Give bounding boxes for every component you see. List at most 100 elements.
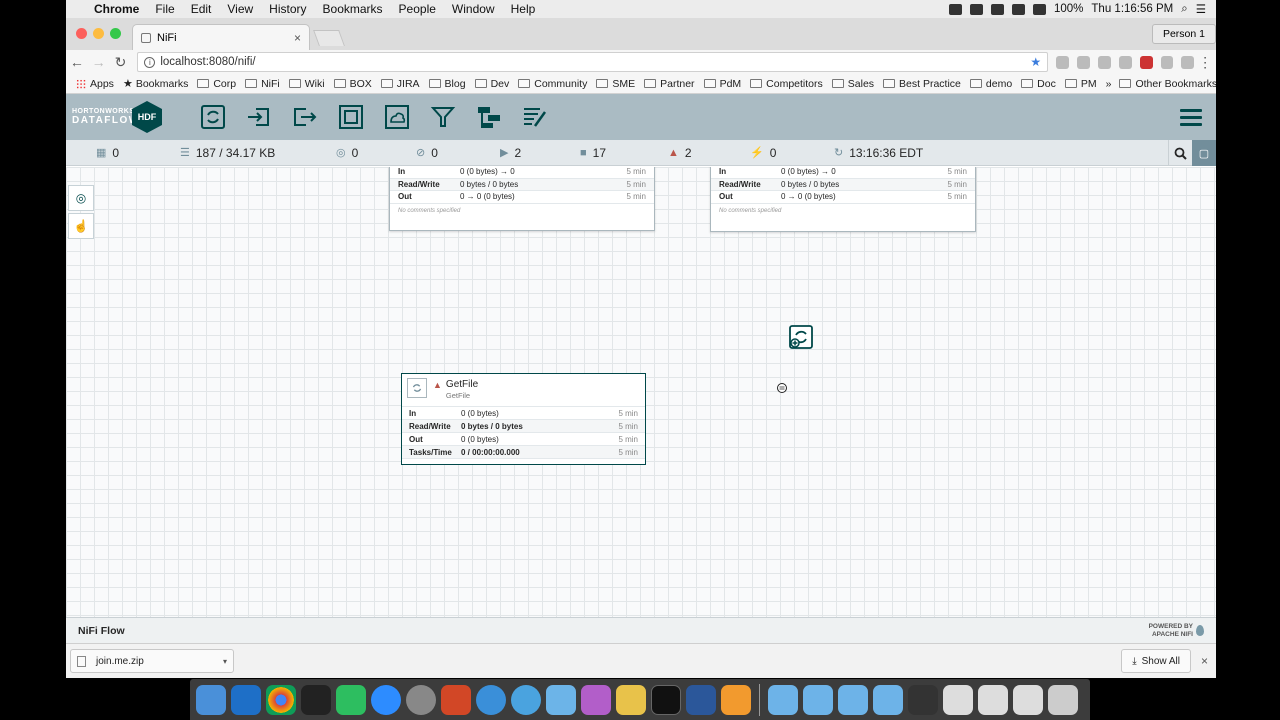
menu-edit[interactable]: Edit (183, 2, 220, 16)
menu-help[interactable]: Help (503, 2, 544, 16)
back-arrow-icon[interactable]: ← (66, 54, 88, 70)
bookmark-folder[interactable]: Blog (428, 78, 466, 90)
app-icon[interactable] (581, 684, 611, 715)
chrome-menu-icon[interactable]: ⋮ (1194, 54, 1216, 71)
document-icon[interactable] (978, 684, 1008, 715)
bookmark-folder[interactable]: PdM (703, 78, 741, 90)
menu-window[interactable]: Window (444, 2, 503, 16)
chrome-icon[interactable] (266, 684, 296, 715)
evernote-icon[interactable] (336, 684, 366, 715)
menu-view[interactable]: View (219, 2, 261, 16)
window-zoom-icon[interactable] (110, 28, 121, 39)
bookmarks-overflow-chevron[interactable]: » (1106, 78, 1112, 90)
bookmark-folder[interactable]: Wiki (288, 78, 325, 90)
forward-arrow-icon[interactable]: → (88, 54, 110, 70)
breadcrumb[interactable]: NiFi Flow (78, 625, 125, 637)
global-menu-icon[interactable] (1180, 105, 1202, 130)
menu-app-name[interactable]: Chrome (86, 2, 147, 16)
extension-icon[interactable] (1181, 55, 1195, 69)
tab-close-icon[interactable]: × (294, 31, 301, 45)
menu-people[interactable]: People (391, 2, 444, 16)
input-port-icon[interactable] (244, 102, 274, 132)
bookmark-apps[interactable]: Apps (76, 78, 114, 90)
status-tray-icon[interactable] (969, 3, 983, 15)
reload-icon[interactable]: ↻ (110, 54, 132, 71)
bookmark-folder[interactable]: Best Practice (883, 78, 961, 90)
window-minimize-icon[interactable] (93, 28, 104, 39)
invalid-warning-icon[interactable]: ▲ (433, 380, 442, 390)
address-bar[interactable]: i localhost:8080/nifi/ ★ (137, 52, 1049, 72)
close-download-shelf-icon[interactable]: × (1201, 654, 1208, 668)
zoom-icon[interactable] (371, 684, 401, 715)
other-bookmarks[interactable]: » Other Bookmarks (1106, 78, 1216, 90)
virtualbox-icon[interactable] (546, 684, 576, 715)
bookmark-bookmarks[interactable]: ★ Bookmarks (123, 77, 188, 91)
flow-canvas[interactable]: ◎ ☝ In 0 (0 bytes) → 05 min Read/Write 0 b… (66, 167, 1216, 617)
extension-icon[interactable] (1139, 55, 1153, 69)
processor-drag-icon[interactable] (788, 324, 814, 350)
document-icon[interactable] (908, 684, 938, 715)
messages-icon[interactable] (476, 684, 506, 715)
app-icon[interactable] (616, 684, 646, 715)
bulletin-board-icon[interactable]: ▢ (1192, 140, 1216, 166)
bookmark-folder[interactable]: SME (596, 78, 635, 90)
show-all-downloads-button[interactable]: ⤓ Show All (1121, 649, 1191, 673)
window-close-icon[interactable] (76, 28, 87, 39)
bookmark-folder[interactable]: Community (518, 78, 587, 90)
navigate-palette-icon[interactable]: ◎ (68, 185, 94, 211)
app-icon[interactable] (511, 684, 541, 715)
folder-icon[interactable] (838, 684, 868, 715)
processor-icon[interactable] (198, 102, 228, 132)
tab-nifi[interactable]: NiFi × (132, 24, 310, 50)
bookmark-folder[interactable]: Sales (831, 78, 874, 90)
bookmark-folder[interactable]: Dev (474, 78, 509, 90)
process-group-left[interactable]: In 0 (0 bytes) → 05 min Read/Write 0 bytes… (389, 167, 655, 231)
app-icon[interactable] (721, 684, 751, 715)
label-icon[interactable] (520, 102, 550, 132)
wifi-icon[interactable] (1011, 3, 1025, 15)
word-icon[interactable] (686, 684, 716, 715)
outlook-icon[interactable] (231, 684, 261, 715)
document-icon[interactable] (943, 684, 973, 715)
process-group-icon[interactable] (336, 102, 366, 132)
extension-icon[interactable] (1118, 55, 1132, 69)
bookmark-folder[interactable]: PM (1064, 78, 1097, 90)
operate-palette-icon[interactable]: ☝ (68, 213, 94, 239)
menu-bookmarks[interactable]: Bookmarks (315, 2, 391, 16)
battery-percent[interactable]: 100% (1054, 3, 1083, 15)
spotlight-search-icon[interactable]: ⌕ (1181, 3, 1187, 16)
console-icon[interactable] (651, 684, 681, 715)
bookmark-folder[interactable]: Partner (644, 78, 695, 90)
bookmark-folder[interactable]: BOX (333, 78, 372, 90)
site-info-icon[interactable]: i (144, 56, 156, 68)
extension-icon[interactable] (1160, 55, 1174, 69)
remote-process-group-icon[interactable] (382, 102, 412, 132)
search-icon[interactable] (1168, 140, 1192, 166)
trash-icon[interactable] (1048, 684, 1078, 715)
status-tray-icon[interactable] (990, 3, 1004, 15)
terminal-icon[interactable] (301, 684, 331, 715)
extension-icon[interactable] (1077, 55, 1090, 69)
processor-getfile[interactable]: ▲ GetFile GetFile In 0 (0 bytes) 5 min Rea… (401, 373, 646, 465)
bookmark-star-icon[interactable]: ★ (1030, 55, 1041, 69)
template-icon[interactable] (474, 102, 504, 132)
bookmark-folder[interactable]: JIRA (380, 78, 420, 90)
folder-icon[interactable] (873, 684, 903, 715)
system-preferences-icon[interactable] (406, 684, 436, 715)
menu-history[interactable]: History (261, 2, 314, 16)
status-tray-icon[interactable] (948, 3, 962, 15)
folder-icon[interactable] (768, 684, 798, 715)
bookmark-folder[interactable]: NiFi (245, 78, 280, 90)
download-item[interactable]: join.me.zip ▾ (70, 649, 234, 673)
notification-center-icon[interactable]: ☰ (1196, 2, 1206, 16)
download-menu-arrow-icon[interactable]: ▾ (223, 657, 227, 666)
bookmark-folder[interactable]: demo (969, 78, 1012, 90)
process-group-right[interactable]: In 0 (0 bytes) → 05 min Read/Write 0 bytes… (710, 167, 976, 232)
bookmark-folder[interactable]: Doc (1021, 78, 1056, 90)
new-tab-button[interactable] (313, 30, 345, 46)
extension-icon[interactable] (1097, 55, 1111, 69)
funnel-icon[interactable] (428, 102, 458, 132)
cast-icon[interactable] (1056, 55, 1070, 69)
volume-icon[interactable] (1032, 3, 1046, 15)
refresh-icon[interactable]: ↻ (834, 146, 843, 159)
